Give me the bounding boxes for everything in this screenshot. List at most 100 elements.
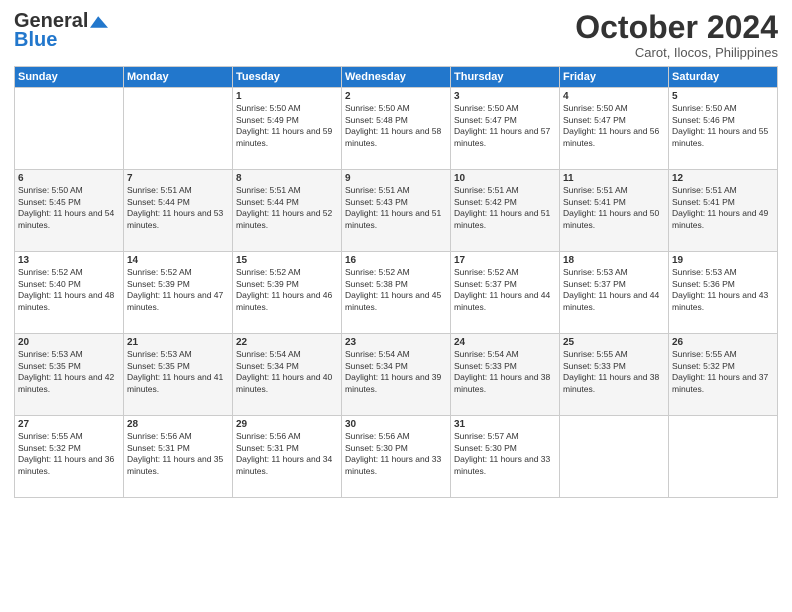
table-row: 7Sunrise: 5:51 AMSunset: 5:44 PMDaylight…	[124, 170, 233, 252]
table-row	[669, 416, 778, 498]
table-row: 30Sunrise: 5:56 AMSunset: 5:30 PMDayligh…	[342, 416, 451, 498]
day-content: Sunrise: 5:57 AMSunset: 5:30 PMDaylight:…	[454, 431, 556, 477]
day-number: 31	[454, 419, 556, 430]
header-thursday: Thursday	[451, 67, 560, 88]
logo-arrow-icon	[90, 16, 108, 28]
table-row: 17Sunrise: 5:52 AMSunset: 5:37 PMDayligh…	[451, 252, 560, 334]
table-row: 14Sunrise: 5:52 AMSunset: 5:39 PMDayligh…	[124, 252, 233, 334]
day-number: 30	[345, 419, 447, 430]
day-content: Sunrise: 5:50 AMSunset: 5:47 PMDaylight:…	[454, 103, 556, 149]
table-row: 5Sunrise: 5:50 AMSunset: 5:46 PMDaylight…	[669, 88, 778, 170]
day-number: 13	[18, 255, 120, 266]
day-number: 12	[672, 173, 774, 184]
day-content: Sunrise: 5:51 AMSunset: 5:44 PMDaylight:…	[236, 185, 338, 231]
table-row: 11Sunrise: 5:51 AMSunset: 5:41 PMDayligh…	[560, 170, 669, 252]
day-content: Sunrise: 5:51 AMSunset: 5:41 PMDaylight:…	[672, 185, 774, 231]
day-number: 15	[236, 255, 338, 266]
table-row: 9Sunrise: 5:51 AMSunset: 5:43 PMDaylight…	[342, 170, 451, 252]
day-content: Sunrise: 5:55 AMSunset: 5:33 PMDaylight:…	[563, 349, 665, 395]
table-row: 8Sunrise: 5:51 AMSunset: 5:44 PMDaylight…	[233, 170, 342, 252]
day-content: Sunrise: 5:52 AMSunset: 5:39 PMDaylight:…	[236, 267, 338, 313]
day-number: 20	[18, 337, 120, 348]
day-number: 11	[563, 173, 665, 184]
day-number: 29	[236, 419, 338, 430]
day-number: 25	[563, 337, 665, 348]
day-number: 6	[18, 173, 120, 184]
day-content: Sunrise: 5:51 AMSunset: 5:42 PMDaylight:…	[454, 185, 556, 231]
day-content: Sunrise: 5:56 AMSunset: 5:30 PMDaylight:…	[345, 431, 447, 477]
calendar-week-row: 6Sunrise: 5:50 AMSunset: 5:45 PMDaylight…	[15, 170, 778, 252]
day-content: Sunrise: 5:54 AMSunset: 5:33 PMDaylight:…	[454, 349, 556, 395]
day-number: 27	[18, 419, 120, 430]
day-content: Sunrise: 5:52 AMSunset: 5:38 PMDaylight:…	[345, 267, 447, 313]
calendar-week-row: 27Sunrise: 5:55 AMSunset: 5:32 PMDayligh…	[15, 416, 778, 498]
header: General Blue October 2024 Carot, Ilocos,…	[14, 10, 778, 60]
day-number: 16	[345, 255, 447, 266]
day-number: 5	[672, 91, 774, 102]
table-row: 24Sunrise: 5:54 AMSunset: 5:33 PMDayligh…	[451, 334, 560, 416]
table-row: 28Sunrise: 5:56 AMSunset: 5:31 PMDayligh…	[124, 416, 233, 498]
day-number: 1	[236, 91, 338, 102]
month-title: October 2024	[575, 10, 778, 45]
day-content: Sunrise: 5:52 AMSunset: 5:39 PMDaylight:…	[127, 267, 229, 313]
header-sunday: Sunday	[15, 67, 124, 88]
day-number: 21	[127, 337, 229, 348]
day-number: 10	[454, 173, 556, 184]
table-row: 23Sunrise: 5:54 AMSunset: 5:34 PMDayligh…	[342, 334, 451, 416]
day-content: Sunrise: 5:54 AMSunset: 5:34 PMDaylight:…	[236, 349, 338, 395]
day-number: 18	[563, 255, 665, 266]
calendar-body: 1Sunrise: 5:50 AMSunset: 5:49 PMDaylight…	[15, 88, 778, 498]
table-row: 13Sunrise: 5:52 AMSunset: 5:40 PMDayligh…	[15, 252, 124, 334]
day-content: Sunrise: 5:50 AMSunset: 5:45 PMDaylight:…	[18, 185, 120, 231]
calendar-header-row: Sunday Monday Tuesday Wednesday Thursday…	[15, 67, 778, 88]
table-row: 15Sunrise: 5:52 AMSunset: 5:39 PMDayligh…	[233, 252, 342, 334]
header-wednesday: Wednesday	[342, 67, 451, 88]
day-content: Sunrise: 5:53 AMSunset: 5:37 PMDaylight:…	[563, 267, 665, 313]
table-row: 18Sunrise: 5:53 AMSunset: 5:37 PMDayligh…	[560, 252, 669, 334]
day-number: 8	[236, 173, 338, 184]
table-row: 25Sunrise: 5:55 AMSunset: 5:33 PMDayligh…	[560, 334, 669, 416]
day-content: Sunrise: 5:51 AMSunset: 5:41 PMDaylight:…	[563, 185, 665, 231]
title-block: October 2024 Carot, Ilocos, Philippines	[575, 10, 778, 60]
table-row: 16Sunrise: 5:52 AMSunset: 5:38 PMDayligh…	[342, 252, 451, 334]
table-row: 1Sunrise: 5:50 AMSunset: 5:49 PMDaylight…	[233, 88, 342, 170]
day-content: Sunrise: 5:50 AMSunset: 5:49 PMDaylight:…	[236, 103, 338, 149]
location-subtitle: Carot, Ilocos, Philippines	[575, 45, 778, 60]
day-content: Sunrise: 5:56 AMSunset: 5:31 PMDaylight:…	[127, 431, 229, 477]
table-row: 4Sunrise: 5:50 AMSunset: 5:47 PMDaylight…	[560, 88, 669, 170]
calendar-table: Sunday Monday Tuesday Wednesday Thursday…	[14, 66, 778, 498]
logo: General Blue	[14, 10, 108, 52]
calendar-week-row: 1Sunrise: 5:50 AMSunset: 5:49 PMDaylight…	[15, 88, 778, 170]
table-row: 22Sunrise: 5:54 AMSunset: 5:34 PMDayligh…	[233, 334, 342, 416]
day-number: 4	[563, 91, 665, 102]
table-row: 12Sunrise: 5:51 AMSunset: 5:41 PMDayligh…	[669, 170, 778, 252]
day-number: 9	[345, 173, 447, 184]
table-row: 6Sunrise: 5:50 AMSunset: 5:45 PMDaylight…	[15, 170, 124, 252]
day-number: 17	[454, 255, 556, 266]
day-content: Sunrise: 5:51 AMSunset: 5:44 PMDaylight:…	[127, 185, 229, 231]
table-row	[560, 416, 669, 498]
day-number: 2	[345, 91, 447, 102]
table-row: 3Sunrise: 5:50 AMSunset: 5:47 PMDaylight…	[451, 88, 560, 170]
day-number: 28	[127, 419, 229, 430]
day-content: Sunrise: 5:50 AMSunset: 5:48 PMDaylight:…	[345, 103, 447, 149]
table-row: 10Sunrise: 5:51 AMSunset: 5:42 PMDayligh…	[451, 170, 560, 252]
day-number: 23	[345, 337, 447, 348]
table-row	[15, 88, 124, 170]
day-content: Sunrise: 5:53 AMSunset: 5:36 PMDaylight:…	[672, 267, 774, 313]
table-row: 21Sunrise: 5:53 AMSunset: 5:35 PMDayligh…	[124, 334, 233, 416]
header-friday: Friday	[560, 67, 669, 88]
day-content: Sunrise: 5:50 AMSunset: 5:47 PMDaylight:…	[563, 103, 665, 149]
table-row: 2Sunrise: 5:50 AMSunset: 5:48 PMDaylight…	[342, 88, 451, 170]
day-number: 26	[672, 337, 774, 348]
day-content: Sunrise: 5:55 AMSunset: 5:32 PMDaylight:…	[672, 349, 774, 395]
header-saturday: Saturday	[669, 67, 778, 88]
day-number: 14	[127, 255, 229, 266]
day-content: Sunrise: 5:56 AMSunset: 5:31 PMDaylight:…	[236, 431, 338, 477]
table-row: 31Sunrise: 5:57 AMSunset: 5:30 PMDayligh…	[451, 416, 560, 498]
table-row: 26Sunrise: 5:55 AMSunset: 5:32 PMDayligh…	[669, 334, 778, 416]
day-number: 22	[236, 337, 338, 348]
day-content: Sunrise: 5:51 AMSunset: 5:43 PMDaylight:…	[345, 185, 447, 231]
day-content: Sunrise: 5:50 AMSunset: 5:46 PMDaylight:…	[672, 103, 774, 149]
header-monday: Monday	[124, 67, 233, 88]
